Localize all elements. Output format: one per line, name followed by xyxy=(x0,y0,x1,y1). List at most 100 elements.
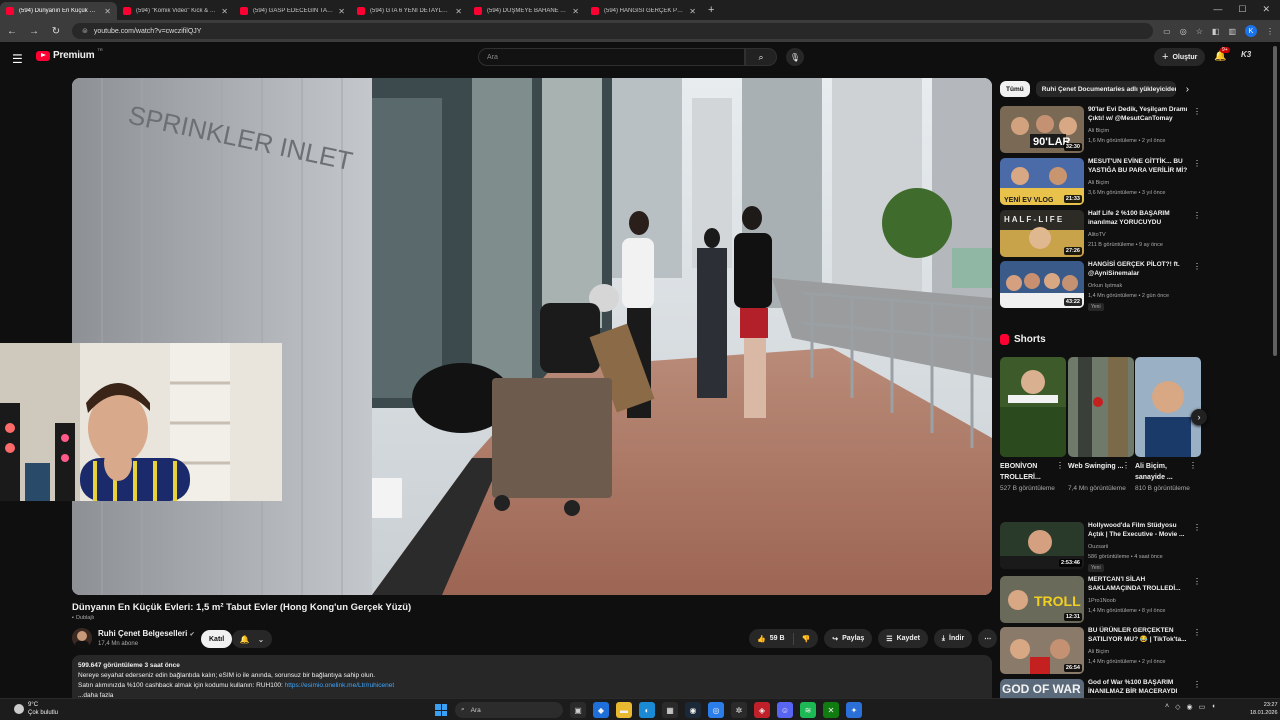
copilot-icon[interactable]: ◆ xyxy=(593,702,609,718)
back-icon[interactable]: ← xyxy=(6,26,18,37)
channel-avatar[interactable] xyxy=(72,628,92,648)
taskbar-search[interactable]: ⌕ Ara xyxy=(455,702,563,718)
recommendation-item[interactable]: 43:22 HANGİSİ GERÇEK PİLOT?! ft. @AyniSi… xyxy=(1000,261,1205,317)
short-thumbnail[interactable] xyxy=(1135,357,1201,457)
account-avatar[interactable]: K3 xyxy=(1241,50,1257,64)
video-thumbnail[interactable]: GOD OF WAR xyxy=(1000,679,1084,698)
windows-start-icon[interactable] xyxy=(435,704,447,716)
chevron-right-icon[interactable]: › xyxy=(1186,84,1189,95)
recommendation-item[interactable]: 90'LAR 32:30 90'lar Evi Dedik, Yeşilçam … xyxy=(1000,106,1205,156)
more-options-icon[interactable]: ⋮ xyxy=(1193,577,1201,586)
profile-avatar[interactable]: K xyxy=(1245,25,1257,37)
task-view-icon[interactable]: ▣ xyxy=(570,702,586,718)
video-player[interactable]: SPRINKLER INLET xyxy=(72,78,992,595)
browser-tab[interactable]: (594) GTA 6 YENİ DETAYLAR SI ✕ xyxy=(351,2,468,20)
bookmark-star-icon[interactable]: ☆ xyxy=(1196,27,1203,36)
search-button[interactable]: ⌕ xyxy=(745,48,777,66)
recommendation-item[interactable]: 26:54 BU ÜRÜNLER GERÇEKTEN SATILIYOR MU?… xyxy=(1000,627,1205,677)
join-button[interactable]: Katıl xyxy=(201,630,233,648)
discord-icon[interactable]: ☺ xyxy=(777,702,793,718)
more-options-icon[interactable]: ⋮ xyxy=(1193,107,1201,116)
browser-tab[interactable]: (594) GASP EDECEĞİN TAKSİDE✕ xyxy=(234,2,351,20)
more-options-icon[interactable]: ⋮ xyxy=(1193,680,1201,689)
hamburger-menu-icon[interactable]: ☰ xyxy=(12,52,23,66)
new-tab-button[interactable]: + xyxy=(708,4,714,16)
tray-app-icon[interactable]: ◉ xyxy=(1186,703,1192,711)
close-window-button[interactable]: ✕ xyxy=(1262,4,1270,15)
video-thumbnail[interactable]: 43:22 xyxy=(1000,261,1084,308)
close-tab-icon[interactable]: ✕ xyxy=(104,7,111,16)
app-icon[interactable]: ✦ xyxy=(846,702,862,718)
edge-icon[interactable]: ◐ xyxy=(639,702,655,718)
settings-icon[interactable]: ✲ xyxy=(731,702,747,718)
short-title[interactable]: EBONİVON TROLLERİ... xyxy=(1000,461,1056,483)
menu-icon[interactable]: ⋮ xyxy=(1266,27,1274,36)
channel-name[interactable]: Ruhi Çenet Belgeselleri ✔ xyxy=(98,629,195,638)
close-tab-icon[interactable]: ✕ xyxy=(455,7,462,16)
more-options-icon[interactable]: ⋮ xyxy=(1193,211,1201,220)
video-thumbnail[interactable]: 26:54 xyxy=(1000,627,1084,674)
chip-all[interactable]: Tümü xyxy=(1000,81,1030,97)
description-link[interactable]: https://esimio.onelink.me/Ltr/ruhicenet xyxy=(285,682,394,689)
browser-tab[interactable]: (594) DÜŞMEYE BAHANE ARAM✕ xyxy=(468,2,585,20)
like-button[interactable]: 👍 59 B xyxy=(749,632,794,645)
download-button[interactable]: ⤓ İndir xyxy=(933,629,973,648)
recommendation-item[interactable]: TROLL 12:31 MERTCAN'I SİLAH SAKLAMAÇINDA… xyxy=(1000,576,1205,626)
close-tab-icon[interactable]: ✕ xyxy=(689,7,696,16)
tray-app-icon[interactable]: ◇ xyxy=(1175,703,1180,711)
store-icon[interactable]: ▦ xyxy=(662,702,678,718)
browser-tab[interactable]: (594) "Komik Video" Kick & Tw ✕ xyxy=(117,2,234,20)
save-button[interactable]: ☰ Kaydet xyxy=(878,629,928,648)
chrome-icon[interactable]: ◎ xyxy=(708,702,724,718)
short-thumbnail[interactable] xyxy=(1068,357,1134,457)
more-options-icon[interactable]: ⋮ xyxy=(1193,262,1201,271)
more-actions-button[interactable]: ⋯ xyxy=(978,629,998,648)
chevron-up-icon[interactable]: ˄ xyxy=(1165,703,1169,711)
subscribed-bell-button[interactable]: 🔔 ⌄ xyxy=(232,630,272,648)
game-icon[interactable]: ◈ xyxy=(754,702,770,718)
search-input[interactable]: Ara xyxy=(478,48,745,66)
close-tab-icon[interactable]: ✕ xyxy=(572,7,579,16)
weather-widget[interactable]: 9°C Çok bulutlu xyxy=(14,701,58,717)
sidebar-icon[interactable]: ▥ xyxy=(1228,27,1236,36)
short-title[interactable]: Ali Biçim, sanayide ... xyxy=(1135,461,1191,483)
video-thumbnail[interactable]: YENİ EV VLOG 21:33 xyxy=(1000,158,1084,205)
extensions-icon[interactable]: ◧ xyxy=(1212,27,1220,36)
chip-uploader[interactable]: Ruhi Çenet Documentaries adlı yükleyicid… xyxy=(1035,81,1176,97)
video-thumbnail[interactable]: H A L F - L I F E 27:26 xyxy=(1000,210,1084,257)
more-options-icon[interactable]: ⋮ xyxy=(1189,461,1197,470)
maximize-button[interactable]: ☐ xyxy=(1238,4,1246,15)
steam-icon[interactable]: ◉ xyxy=(685,702,701,718)
url-field[interactable]: ⊜ youtube.com/watch?v=cwczifilQJY xyxy=(72,23,1154,39)
site-info-icon[interactable]: ⊜ xyxy=(82,27,88,35)
video-thumbnail[interactable]: 90'LAR 32:30 xyxy=(1000,106,1084,153)
more-options-icon[interactable]: ⋮ xyxy=(1056,461,1064,470)
more-options-icon[interactable]: ⋮ xyxy=(1193,523,1201,532)
create-button[interactable]: + Oluştur xyxy=(1154,48,1206,66)
page-scrollbar[interactable] xyxy=(1273,46,1277,356)
clock[interactable]: 23:27 18.01.2026 xyxy=(1250,701,1278,717)
volume-icon[interactable]: ◖ xyxy=(1211,703,1215,711)
short-title[interactable]: Web Swinging ... xyxy=(1068,461,1124,472)
minimize-button[interactable]: — xyxy=(1213,4,1222,15)
more-options-icon[interactable]: ⋮ xyxy=(1122,461,1130,470)
video-thumbnail[interactable]: TROLL 12:31 xyxy=(1000,576,1084,623)
notifications-button[interactable]: 🔔 9+ xyxy=(1214,47,1230,62)
share-button[interactable]: ↪ Paylaş xyxy=(824,629,873,648)
dislike-button[interactable]: 👎 xyxy=(794,635,819,643)
forward-icon[interactable]: → xyxy=(28,26,40,37)
recommendation-item[interactable]: YENİ EV VLOG 21:33 MESUT'UN EVİNE GİTTİK… xyxy=(1000,158,1205,208)
voice-search-button[interactable]: 🎙 xyxy=(786,48,804,66)
recommendation-item[interactable]: H A L F - L I F E 27:26 Half Life 2 %100… xyxy=(1000,210,1205,260)
shorts-next-button[interactable]: › xyxy=(1191,409,1207,425)
more-options-icon[interactable]: ⋮ xyxy=(1193,159,1201,168)
xbox-icon[interactable]: ✕ xyxy=(823,702,839,718)
close-tab-icon[interactable]: ✕ xyxy=(338,7,345,16)
cast-icon[interactable]: ▭ xyxy=(1163,27,1171,36)
spotify-icon[interactable]: ≋ xyxy=(800,702,816,718)
network-icon[interactable]: ▭ xyxy=(1199,703,1206,711)
file-explorer-icon[interactable]: ▬ xyxy=(616,702,632,718)
more-options-icon[interactable]: ⋮ xyxy=(1193,628,1201,637)
browser-tab[interactable]: (594) HANGİSİ GERÇEK PİLOT?✕ xyxy=(585,2,702,20)
recommendation-item[interactable]: 2:53:46 Hollywood'da Film Stüdyosu Açtık… xyxy=(1000,522,1205,574)
